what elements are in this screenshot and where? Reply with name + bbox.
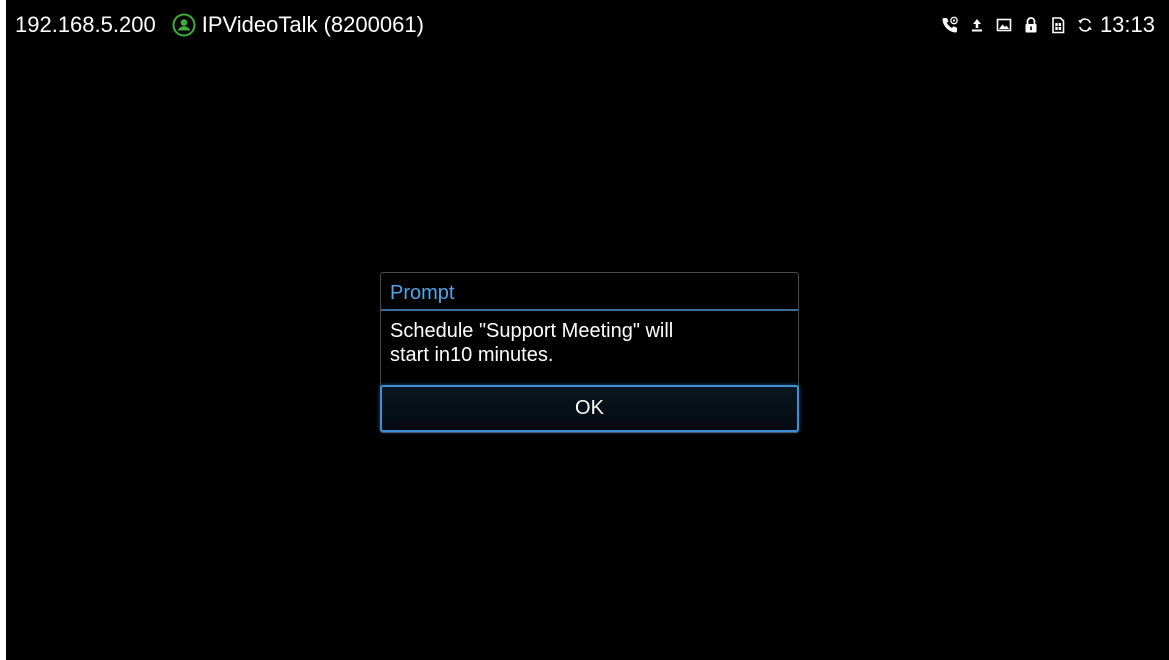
account-status-icon: [172, 13, 196, 37]
screen: 192.168.5.200 IPVideoTalk (8200061) 13:1…: [6, 0, 1169, 660]
dialog-message: Schedule "Support Meeting" will start in…: [390, 319, 790, 367]
status-right: 13:13: [941, 12, 1155, 38]
lock-icon: [1025, 17, 1037, 33]
status-left: 192.168.5.200 IPVideoTalk (8200061): [15, 12, 424, 38]
sim-card-icon: [1052, 17, 1065, 34]
call-forward-icon: [942, 16, 958, 33]
sync-icon: [1078, 18, 1092, 32]
dialog-message-line-2: start in10 minutes.: [390, 344, 554, 366]
dialog-message-line-1: Schedule "Support Meeting" will: [390, 320, 674, 342]
account-name: IPVideoTalk (8200061): [201, 12, 424, 37]
status-bar: 192.168.5.200 IPVideoTalk (8200061) 13:1…: [6, 0, 1169, 52]
dialog-title: Prompt: [390, 282, 455, 304]
image-icon: [996, 18, 1012, 32]
ip-address: 192.168.5.200: [15, 12, 156, 37]
ok-button[interactable]: OK: [380, 385, 799, 432]
upload-icon: [971, 19, 982, 32]
clock: 13:13: [1099, 12, 1155, 37]
prompt-dialog: Prompt Schedule "Support Meeting" will s…: [380, 272, 799, 433]
dialog-title-bar: Prompt: [381, 273, 798, 311]
